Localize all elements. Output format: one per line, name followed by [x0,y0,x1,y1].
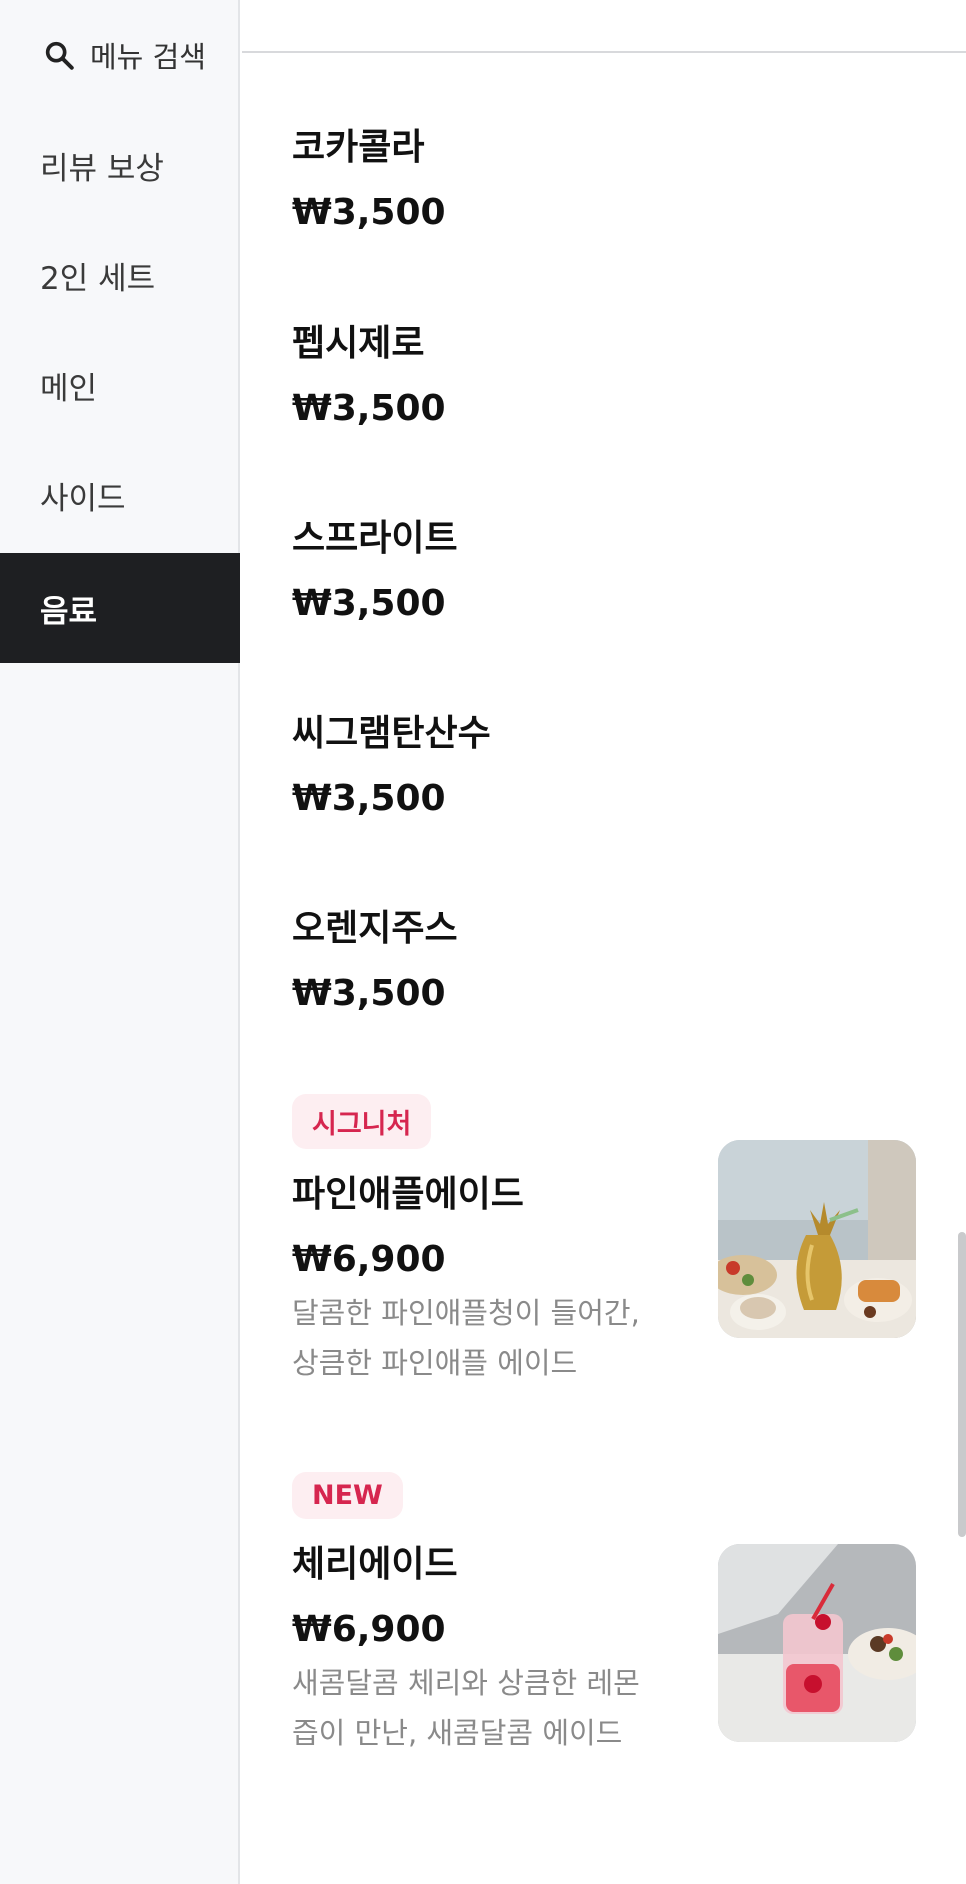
category-drinks[interactable]: 음료 [0,553,240,663]
item-name: 펩시제로 [292,323,425,364]
divider [242,51,966,53]
menu-item-pepsi-zero[interactable]: 펩시제로 ₩3,500 [292,314,922,429]
item-name: 스프라이트 [292,518,458,559]
category-review-reward[interactable]: 리뷰 보상 [0,110,240,220]
search-label: 메뉴 검색 [90,40,206,74]
item-price: ₩3,500 [292,192,446,233]
search-icon [45,41,74,70]
cherry-ade-photo[interactable] [718,1544,916,1742]
category-main[interactable]: 메인 [0,330,240,440]
category-label: 리뷰 보상 [40,150,164,187]
item-name: 오렌지주스 [292,908,458,949]
item-description: 새콤달콤 체리와 상큼한 레몬즙이 만난, 새콤달콤 에이드 [292,1666,640,1750]
menu-item-sprite[interactable]: 스프라이트 ₩3,500 [292,509,922,624]
new-badge: NEW [292,1472,403,1519]
item-description: 달콤한 파인애플청이 들어간, 상큼한 파인애플 에이드 [292,1296,640,1380]
category-label: 음료 [40,593,98,630]
menu-item-seagram[interactable]: 씨그램탄산수 ₩3,500 [292,704,922,819]
signature-badge: 시그니처 [292,1094,432,1149]
category-label: 2인 세트 [40,260,156,297]
item-price: ₩3,500 [292,388,446,429]
menu-search-button[interactable]: 메뉴 검색 [0,0,240,110]
category-label: 사이드 [40,480,126,517]
menu-item-coca-cola[interactable]: 코카콜라 ₩3,500 [292,118,922,233]
app: 메뉴 검색 리뷰 보상 2인 세트 메인 사이드 음료 코카콜라 ₩3,500 … [0,0,966,1884]
item-name: 코카콜라 [292,127,425,168]
category-set-for-two[interactable]: 2인 세트 [0,220,240,330]
category-sidebar: 메뉴 검색 리뷰 보상 2인 세트 메인 사이드 음료 [0,0,240,1884]
item-name: 씨그램탄산수 [292,713,491,754]
menu-list: 코카콜라 ₩3,500 펩시제로 ₩3,500 스프라이트 ₩3,500 씨그램… [242,0,966,1884]
scrollbar[interactable] [958,1232,966,1537]
category-label: 메인 [40,370,98,407]
menu-item-orange-juice[interactable]: 오렌지주스 ₩3,500 [292,899,922,1014]
category-side[interactable]: 사이드 [0,440,240,550]
item-price: ₩3,500 [292,973,446,1014]
pineapple-ade-photo[interactable] [718,1140,916,1338]
item-price: ₩3,500 [292,583,446,624]
item-price: ₩3,500 [292,778,446,819]
